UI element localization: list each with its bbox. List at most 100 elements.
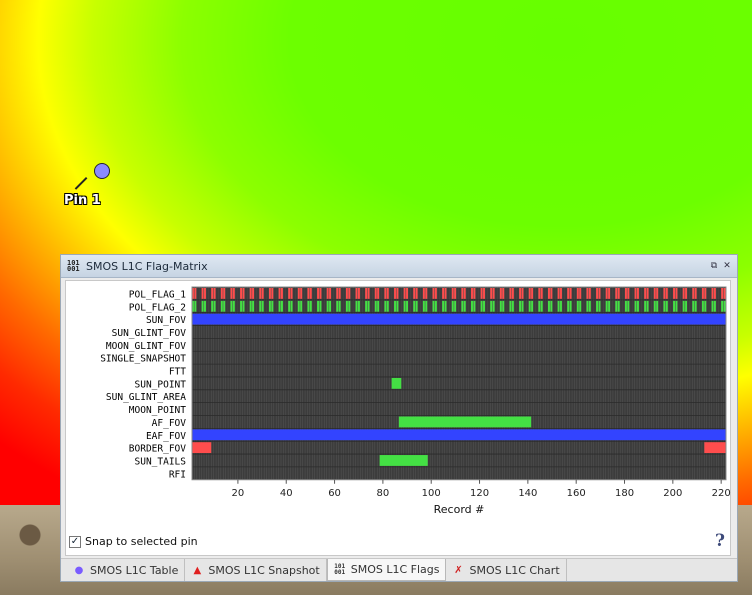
flag-cell [507,288,510,299]
flag-cell [716,300,719,312]
flag-cell [663,300,666,312]
flag-cell [446,288,449,299]
flag-cell [319,288,322,299]
flag-cell [538,300,541,312]
flag-cell [483,288,485,299]
flag-cell [302,288,305,299]
snap-checkbox[interactable]: ✓ [69,535,81,548]
flag-cell [442,300,445,312]
flag-cell [228,288,231,299]
flag-cell [357,300,360,312]
flag-cell [228,300,231,312]
flag-cell [297,288,300,299]
flag-cell [701,288,704,299]
flag-cell [336,288,339,299]
flag-cell [247,300,250,312]
flag-cell [377,300,380,312]
flag-cell [345,300,348,312]
flag-cell [656,288,659,299]
flag-cell [247,288,250,299]
flag-cell [353,288,356,299]
restore-icon[interactable]: ⧉ [709,261,719,271]
flag-cell [579,300,582,312]
flag-cell [507,300,510,312]
flag-cell [218,300,221,312]
flag-cell [526,288,529,299]
flag-cell [480,300,483,312]
flag-cell [314,288,317,299]
flag-cell [278,288,281,299]
flag-cell [425,300,428,312]
flag-segment [192,429,726,441]
flag-cell [709,300,712,312]
flag-cell [579,288,582,299]
flag-cell [610,288,613,299]
tab-smos-l1c-table[interactable]: ● SMOS L1C Table [67,559,186,581]
window-title: SMOS L1C Flag-Matrix [86,259,208,273]
tab-smos-l1c-flags[interactable]: 101 001 SMOS L1C Flags [326,559,447,581]
flag-cell [290,288,293,299]
flag-cell [196,300,199,312]
x-tick-label: 220 [712,488,731,499]
flag-cell [523,300,526,312]
flag-cell [543,288,546,299]
x-tick-label: 200 [663,488,682,499]
row-label: EAF_FOV [146,431,186,442]
flag-cell [461,300,464,312]
flag-cell [562,288,565,299]
chart-icon: ✗ [454,564,463,576]
flag-cell [629,288,632,299]
flag-cell [300,300,303,312]
window-titlebar[interactable]: 101 001 SMOS L1C Flag-Matrix ⧉ ✕ [61,255,737,278]
snap-to-pin-row[interactable]: ✓ Snap to selected pin [69,535,198,548]
flag-cell [713,300,716,312]
flag-cell [557,300,560,312]
flag-cell [668,288,671,299]
flag-cell [689,300,692,312]
pin-icon[interactable] [94,163,110,179]
tab-smos-l1c-chart[interactable]: ✗ SMOS L1C Chart [446,559,567,581]
flag-cell [586,288,589,299]
flag-cell [240,288,243,299]
flag-cell [632,288,635,299]
flag-cell [317,300,320,312]
flag-cell [439,300,442,312]
help-icon[interactable]: ? [715,531,725,551]
flag-cell [244,288,247,299]
flag-cell [382,300,384,312]
flag-cell [225,288,228,299]
flag-cell [478,288,481,299]
flag-cell [456,300,459,312]
flag-cell [268,288,271,299]
flag-cell [379,288,382,299]
flag-cell [211,288,214,299]
flag-cell [442,288,445,299]
flag-cell [661,288,663,299]
flag-cell [567,300,570,312]
flag-cell [398,300,401,312]
flag-cell [639,288,642,299]
flag-cell [348,288,351,299]
flag-cell [548,288,550,299]
flag-cell [521,288,524,299]
flag-cell [384,288,387,299]
tab-smos-l1c-snapshot[interactable]: ▲ SMOS L1C Snapshot [185,559,327,581]
row-label: MOON_POINT [129,405,186,416]
flag-cell [468,300,471,312]
flag-cell [610,300,613,312]
flag-cell [391,300,394,312]
flag-cell [295,300,298,312]
flag-cell [665,288,668,299]
flag-cell [603,288,606,299]
flag-cell [242,300,245,312]
flag-cell [514,288,517,299]
flag-cell [653,288,656,299]
flag-cell [620,288,623,299]
flag-cell [355,300,358,312]
flag-segment [391,377,402,389]
flag-cell [336,300,339,312]
flag-cell [406,300,409,312]
flag-cell [562,300,565,312]
flag-cell [634,300,637,312]
close-icon[interactable]: ✕ [722,261,732,271]
